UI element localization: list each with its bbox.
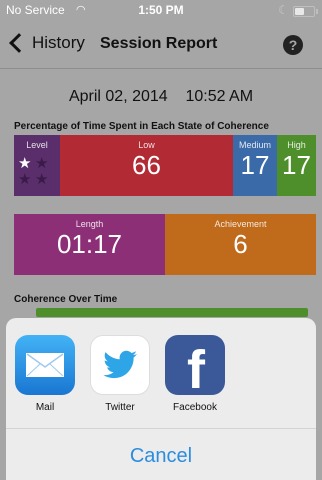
back-button-label: History	[32, 33, 85, 52]
length-label: Length	[75, 219, 104, 229]
back-button[interactable]: History	[8, 33, 85, 53]
coherence-chart	[36, 308, 308, 317]
low-cell: Low 66	[60, 135, 233, 196]
session-time: 10:52 AM	[185, 88, 254, 105]
high-label: High	[287, 140, 306, 150]
high-value: 17	[282, 150, 311, 180]
session-datetime: April 02, 2014 10:52 AM	[0, 88, 322, 106]
star-empty-icon: ★	[35, 171, 49, 188]
status-time: 1:50 PM	[138, 3, 184, 17]
share-facebook-label: Facebook	[173, 402, 217, 413]
level-cell: Level ★ ★★ ★	[14, 135, 60, 196]
coherence-section-title: Percentage of Time Spent in Each State o…	[14, 121, 269, 132]
share-sheet: Mail Twitter f Facebook Cancel	[6, 318, 316, 480]
chevron-left-icon	[9, 33, 29, 53]
session-stats: Length 01:17 Achievement 6	[14, 214, 316, 275]
session-date: April 02, 2014	[68, 88, 168, 105]
help-button[interactable]: ?	[283, 35, 303, 55]
cancel-button[interactable]: Cancel	[6, 445, 316, 468]
page-title: Session Report	[100, 35, 218, 52]
battery-icon	[293, 6, 318, 17]
length-value: 01:17	[56, 229, 123, 259]
status-bar: No Service ◠ 1:50 PM ☾	[0, 0, 322, 20]
star-filled-icon: ★	[18, 155, 32, 172]
length-cell: Length 01:17	[14, 214, 165, 275]
high-cell: High 17	[277, 135, 316, 196]
star-empty-icon: ★	[18, 171, 32, 188]
medium-label: Medium	[238, 140, 271, 150]
twitter-icon	[90, 335, 150, 395]
facebook-icon: f	[165, 335, 225, 395]
coherence-breakdown: Level ★ ★★ ★ Low 66 Medium 17 High 17	[14, 135, 316, 196]
sheet-divider	[6, 428, 316, 429]
star-empty-icon: ★	[35, 155, 49, 172]
share-twitter-button[interactable]: Twitter	[90, 335, 150, 413]
low-value: 66	[132, 150, 161, 180]
level-label: Level	[26, 140, 48, 150]
medium-cell: Medium 17	[233, 135, 277, 196]
share-mail-button[interactable]: Mail	[15, 335, 75, 413]
share-twitter-label: Twitter	[105, 402, 135, 413]
achievement-label: Achievement	[214, 219, 267, 229]
level-stars: ★ ★★ ★	[18, 156, 56, 188]
achievement-value: 6	[233, 229, 248, 259]
share-mail-label: Mail	[35, 402, 55, 413]
medium-value: 17	[240, 150, 270, 180]
achievement-cell: Achievement 6	[165, 214, 316, 275]
mail-icon	[15, 335, 75, 395]
share-facebook-button[interactable]: f Facebook	[165, 335, 225, 413]
low-label: Low	[138, 140, 155, 150]
moon-icon: ☾	[278, 3, 289, 17]
navigation-bar: History Session Report ?	[0, 20, 322, 69]
chart-section-title: Coherence Over Time	[14, 294, 118, 305]
